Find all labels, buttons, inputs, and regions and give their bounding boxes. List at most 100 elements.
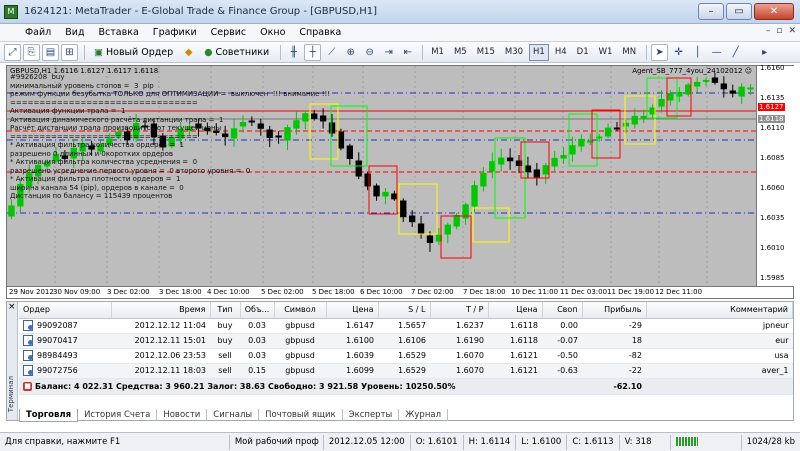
tab-news[interactable]: Новости (157, 409, 208, 421)
status-datetime: 2012.12.05 12:00 (324, 434, 411, 450)
line-chart-icon[interactable]: ⟋ (323, 44, 340, 61)
horizontal-line-icon[interactable]: — (708, 44, 725, 61)
trendline-icon[interactable]: ╱ (727, 44, 744, 61)
col-sl[interactable]: S / L (378, 302, 431, 319)
candle-body (613, 127, 621, 130)
order-swap: -0.63 (542, 363, 582, 379)
timeframe-m1[interactable]: M1 (427, 44, 448, 61)
status-profile[interactable]: Мой рабочий проф (230, 434, 324, 450)
order-row[interactable]: 99092087 2012.12.12 11:04 buy 0.03 gbpus… (19, 318, 793, 334)
time-tick-label: 5 Dec 18:00 (312, 288, 355, 296)
toolbar-overflow-icon[interactable]: ▸ (756, 44, 773, 61)
col-swap[interactable]: Своп (542, 302, 583, 319)
timeframe-d1[interactable]: D1 (573, 44, 593, 61)
status-low: L: 1.6100 (516, 434, 568, 450)
doc-minimize-icon[interactable]: – (766, 26, 771, 36)
chart-shift-icon[interactable]: ⇤ (399, 44, 416, 61)
window-title: 1624121: MetaTrader - E-Global Trade & F… (24, 6, 377, 17)
timeframe-m15[interactable]: M15 (473, 44, 499, 61)
auto-scroll-icon[interactable]: ⇥ (380, 44, 397, 61)
timeframe-mn[interactable]: MN (618, 44, 640, 61)
profiles-icon[interactable]: ⎘ (23, 43, 40, 61)
tab-account-history[interactable]: История Счета (78, 409, 158, 421)
doc-restore-icon[interactable]: ▫ (776, 26, 782, 36)
metaeditor-icon[interactable]: ◆ (180, 44, 197, 61)
experts-button[interactable]: ● Советники (199, 44, 274, 61)
order-sl: 1.6529 (378, 348, 430, 364)
doc-close-icon[interactable]: ✕ (788, 26, 796, 36)
menu-file[interactable]: Файл (18, 24, 58, 42)
timeframe-m30[interactable]: M30 (501, 44, 527, 61)
navigator-icon[interactable]: ⊞ (61, 43, 78, 61)
time-scale[interactable]: 29 Nov 2012 30 Nov 09:00 3 Dec 02:00 3 Dec … (7, 286, 793, 298)
crosshair-icon[interactable]: ✛ (670, 44, 687, 61)
experts-icon: ● (204, 46, 213, 58)
order-row[interactable]: 98984493 2012.12.06 23:53 sell 0.03 gbpu… (19, 348, 793, 364)
status-traffic: 1024/28 kb (746, 436, 795, 447)
order-profit: -22 (582, 363, 646, 379)
candle-body (346, 145, 354, 159)
col-type[interactable]: Тип (210, 302, 241, 319)
col-profit[interactable]: Прибыль (582, 302, 647, 319)
price-scale[interactable]: 1.6160 1.6135 1.6110 1.6085 1.6060 1.6035 1.60… (756, 64, 794, 286)
connection-status[interactable] (671, 434, 742, 450)
maximize-button[interactable]: ▭ (726, 3, 752, 20)
toolbar: ⤢ ⎘ ▤ ⊞ ▣ Новый Ордер ◆ ● Советники ╫ ┼ ⟋ … (0, 42, 800, 63)
minimize-button[interactable]: – (698, 3, 724, 20)
order-type: sell (210, 363, 240, 379)
menu-view[interactable]: Вид (58, 24, 91, 42)
order-row[interactable]: 99072756 2012.12.11 18:03 sell 0.15 gbpu… (19, 363, 793, 379)
new-chart-icon[interactable]: ⤢ (4, 43, 21, 61)
col-volume[interactable]: Объ... (240, 302, 275, 319)
candlestick-icon[interactable]: ┼ (304, 43, 322, 61)
close-button[interactable]: ✕ (754, 3, 794, 20)
tab-trade[interactable]: Торговля (19, 408, 79, 422)
col-order[interactable]: Ордер (19, 302, 112, 319)
candle-body (729, 90, 736, 94)
terminal-close-icon[interactable]: × (8, 302, 16, 312)
order-row[interactable]: 99070417 2012.12.11 15:01 buy 0.03 gbpus… (19, 333, 793, 349)
bar-chart-icon[interactable]: ╫ (285, 44, 302, 61)
menu-tools[interactable]: Сервис (204, 24, 254, 42)
order-current-price: 1.6121 (488, 348, 542, 364)
col-tp[interactable]: T / P (430, 302, 489, 319)
candle-body (542, 165, 549, 175)
col-price[interactable]: Цена (326, 302, 379, 319)
expert-advisor-label: Agent_SB_777_4you_24102012 ☺ (632, 67, 752, 75)
menu-charts[interactable]: Графики (146, 24, 204, 42)
tab-journal[interactable]: Журнал (399, 409, 449, 421)
col-symbol[interactable]: Символ (274, 302, 327, 319)
menu-help[interactable]: Справка (292, 24, 348, 42)
col-current-price[interactable]: Цена (488, 302, 543, 319)
candle-body (328, 122, 336, 134)
tab-mailbox[interactable]: Почтовый ящик (259, 409, 343, 421)
tab-experts[interactable]: Эксперты (343, 409, 400, 421)
vertical-line-icon[interactable]: │ (689, 44, 706, 61)
toolbar-separator (84, 44, 85, 60)
terminal-vertical-label: Терминал (7, 376, 15, 413)
metatrader-app-icon[interactable]: M (4, 4, 18, 19)
col-comment[interactable]: Комментарий (646, 302, 793, 319)
expert-comment-line: * Активация фильтра количества ордеров =… (10, 141, 184, 149)
menu-window[interactable]: Окно (253, 24, 292, 42)
col-time[interactable]: Время (111, 302, 211, 319)
window-controls: – ▭ ✕ (698, 3, 794, 20)
tab-signals[interactable]: Сигналы (207, 409, 260, 421)
zoom-in-icon[interactable]: ⊕ (342, 44, 359, 61)
new-order-button[interactable]: ▣ Новый Ордер (89, 44, 178, 61)
timeframe-h4[interactable]: H4 (551, 44, 571, 61)
order-icon (23, 335, 33, 346)
menu-insert[interactable]: Вставка (92, 24, 146, 42)
zoom-out-icon[interactable]: ⊖ (361, 44, 378, 61)
timeframe-h1[interactable]: H1 (529, 43, 549, 61)
timeframe-w1[interactable]: W1 (595, 44, 617, 61)
timeframe-m5[interactable]: M5 (450, 44, 471, 61)
order-type: buy (210, 318, 240, 334)
order-icon (23, 350, 33, 361)
order-volume: 0.03 (240, 348, 274, 364)
candle-body (658, 99, 665, 107)
terminal-tabs: Торговля История Счета Новости Сигналы П… (19, 408, 449, 422)
market-watch-icon[interactable]: ▤ (42, 43, 59, 61)
cursor-icon[interactable]: ➤ (651, 43, 669, 61)
chart-area[interactable]: GBPUSD,H1 1.6116 1.6127 1.6117 1.6118 Ag… (7, 66, 756, 286)
